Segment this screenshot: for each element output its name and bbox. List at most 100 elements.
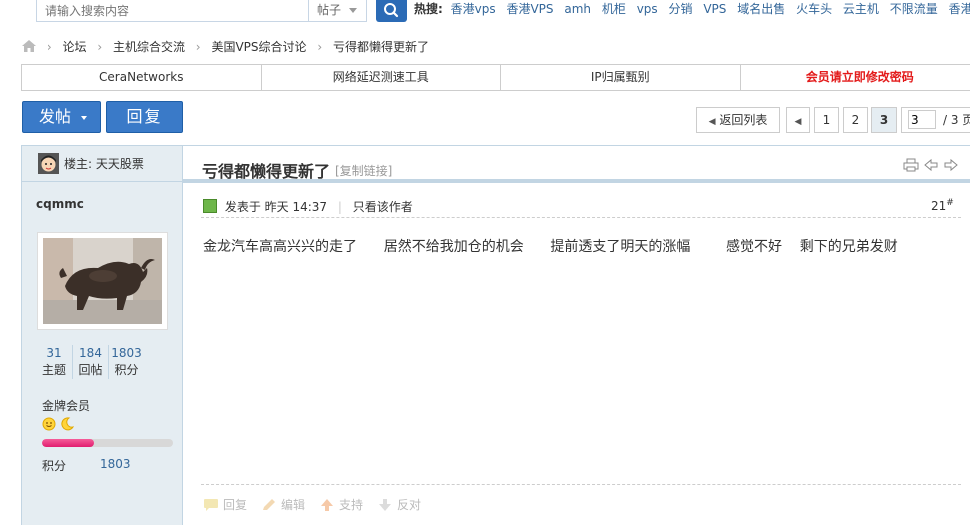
page-link[interactable]: 1 — [814, 107, 839, 133]
chevron-down-icon — [81, 116, 87, 120]
print-icon[interactable] — [903, 158, 919, 172]
hot-word[interactable]: 火车头 — [796, 2, 832, 16]
bull-statue-image — [43, 238, 162, 324]
copy-link[interactable]: [复制链接] — [335, 162, 392, 179]
avatar-face-icon — [38, 153, 59, 174]
hot-word[interactable]: VPS — [703, 2, 726, 16]
stat-num: 184 — [79, 346, 102, 360]
thread-title: 亏得都懒得更新了 — [202, 162, 331, 181]
breadcrumb-separator: › — [317, 40, 323, 54]
level-icons — [42, 417, 74, 433]
host-bar: 楼主: 天天股票 — [22, 145, 182, 182]
hot-word[interactable]: 域名出售 — [737, 2, 785, 16]
score-value: 1803 — [100, 457, 131, 471]
page-jump-input[interactable] — [908, 110, 936, 129]
reply-action[interactable]: 回复 — [203, 496, 247, 513]
stat-points[interactable]: 1803 积分 — [108, 345, 144, 379]
host-label: 楼主: 天天股票 — [64, 157, 144, 171]
member-grade[interactable]: 金牌会员 — [42, 397, 90, 414]
post-actions: 回复 编辑 支持 反对 — [203, 496, 435, 513]
new-post-button[interactable]: 发帖 — [22, 101, 101, 133]
breadcrumb-separator: › — [46, 40, 52, 54]
hot-word[interactable]: 分销 — [669, 2, 693, 16]
online-status-icon — [203, 199, 217, 213]
actions-divider — [201, 484, 961, 485]
post-meta: 发表于 昨天 14:37 | 只看该作者 — [203, 198, 413, 215]
thumbs-up-icon — [321, 498, 334, 511]
title-tools — [903, 158, 963, 174]
search-button[interactable] — [376, 0, 407, 22]
caret-left-icon: ◀ — [708, 117, 716, 127]
back-to-list-button[interactable]: ◀ 返回列表 — [696, 107, 780, 133]
hot-word[interactable]: 云主机 — [843, 2, 879, 16]
thread-title-row: 亏得都懒得更新了 [复制链接] — [183, 146, 970, 183]
hot-word[interactable]: 香港VPS — [506, 2, 553, 16]
hot-word[interactable]: amh — [564, 2, 591, 16]
top-search-bar: 帖子 热搜: 香港vps 香港VPS amh 机柜 vps 分销 VPS 域名出… — [0, 0, 970, 22]
support-action[interactable]: 支持 — [319, 496, 363, 513]
next-thread-icon[interactable] — [943, 158, 959, 172]
hot-word[interactable]: vps — [637, 2, 658, 16]
home-icon[interactable] — [22, 40, 36, 52]
edit-action-label: 编辑 — [281, 498, 306, 512]
breadcrumb-separator: › — [97, 40, 103, 54]
floor-number[interactable]: 21# — [931, 198, 954, 213]
hot-word[interactable]: 机柜 — [602, 2, 626, 16]
post-main: 亏得都懒得更新了 [复制链接] 发表于 昨天 14:37 | 只看该作者 21#… — [183, 145, 970, 525]
prev-thread-icon[interactable] — [923, 158, 939, 172]
breadcrumb-separator: › — [195, 40, 201, 54]
stat-label: 积分 — [114, 363, 139, 377]
chevron-down-icon — [349, 8, 357, 13]
caret-left-icon: ◀ — [794, 117, 802, 127]
oppose-action-label: 反对 — [397, 498, 422, 512]
edit-action[interactable]: 编辑 — [261, 496, 305, 513]
author-username[interactable]: cqmmc — [36, 197, 84, 211]
author-sidebar: 楼主: 天天股票 cqmmc 31 主题 184 回帖 1803 积分 金牌会员 — [21, 145, 183, 525]
page-link-current[interactable]: 3 — [871, 107, 897, 133]
tab-latency-test[interactable]: 网络延迟测速工具 — [262, 65, 501, 90]
breadcrumb: › 论坛 › 主机综合交流 › 美国VPS综合讨论 › 亏得都懒得更新了 — [22, 39, 429, 55]
hot-word[interactable]: 不限流量 — [890, 2, 938, 16]
breadcrumb-board[interactable]: 美国VPS综合讨论 — [211, 40, 306, 54]
meta-divider-line — [201, 217, 961, 218]
stat-threads[interactable]: 31 主题 — [36, 345, 72, 379]
thumbs-down-icon — [379, 498, 392, 511]
level-progress-bar — [42, 439, 173, 447]
level-progress-fill — [42, 439, 95, 447]
breadcrumb-forum[interactable]: 论坛 — [62, 40, 86, 54]
breadcrumb-thread[interactable]: 亏得都懒得更新了 — [333, 40, 429, 54]
tab-change-password[interactable]: 会员请立即修改密码 — [741, 65, 970, 90]
hot-search-label: 热搜: — [414, 2, 443, 16]
search-type-select[interactable]: 帖子 — [309, 0, 367, 22]
meta-divider: | — [337, 200, 342, 214]
hot-word[interactable]: 香港服务器 — [949, 2, 970, 16]
search-icon — [384, 3, 399, 18]
sun-icon — [42, 417, 56, 431]
only-author-link[interactable]: 只看该作者 — [353, 200, 413, 214]
tab-ip-lookup[interactable]: IP归属甄别 — [501, 65, 741, 90]
author-avatar[interactable] — [37, 232, 168, 330]
search-input[interactable] — [37, 0, 308, 21]
score-label: 积分 — [42, 459, 67, 473]
author-stats: 31 主题 184 回帖 1803 积分 — [36, 345, 168, 379]
moon-icon — [61, 417, 74, 431]
stat-label: 主题 — [41, 363, 66, 377]
search-box — [36, 0, 309, 22]
tab-ceranetworks[interactable]: CeraNetworks — [22, 65, 262, 90]
page-link[interactable]: 2 — [843, 107, 868, 133]
prev-page-button[interactable]: ◀ — [786, 107, 810, 133]
nav-tabs: CeraNetworks 网络延迟测速工具 IP归属甄别 会员请立即修改密码 — [21, 64, 970, 91]
stat-num: 1803 — [111, 346, 142, 360]
pencil-icon — [263, 498, 276, 510]
post-content: 金龙汽车高高兴兴的走了 居然不给我加仓的机会 提前透支了明天的涨幅 感觉不好 剩… — [203, 239, 898, 255]
page-total: / 3 页 — [943, 113, 970, 127]
hot-word[interactable]: 香港vps — [451, 2, 496, 16]
search-type-label: 帖子 — [317, 3, 342, 17]
posted-at: 发表于 昨天 14:37 — [224, 200, 328, 214]
breadcrumb-category[interactable]: 主机综合交流 — [113, 40, 185, 54]
oppose-action[interactable]: 反对 — [377, 496, 421, 513]
floor-num: 21 — [931, 199, 947, 213]
reply-button[interactable]: 回复 — [106, 101, 183, 133]
stat-replies[interactable]: 184 回帖 — [72, 345, 108, 379]
support-action-label: 支持 — [339, 498, 364, 512]
